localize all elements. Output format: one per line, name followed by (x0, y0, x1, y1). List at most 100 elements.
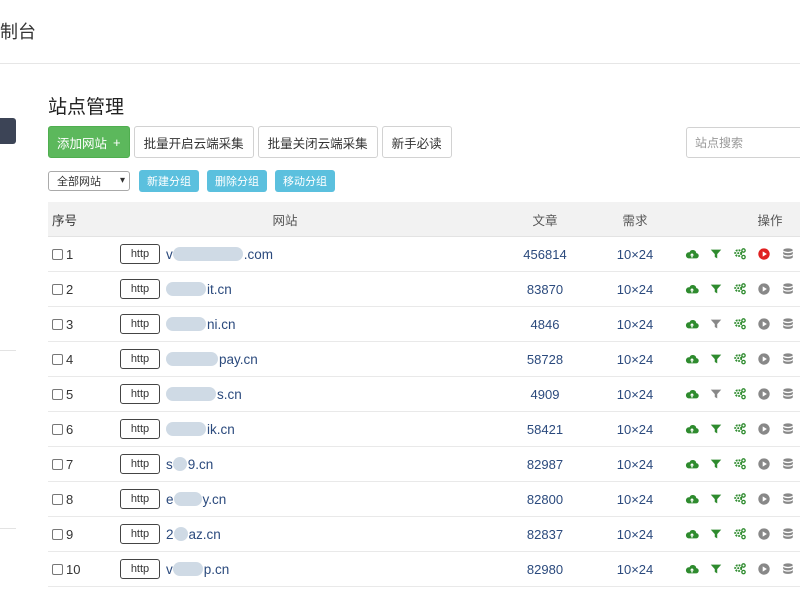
database-icon[interactable] (776, 352, 800, 366)
protocol-badge[interactable]: http (120, 279, 160, 299)
gears-icon[interactable] (728, 562, 752, 576)
row-checkbox[interactable] (52, 318, 63, 330)
play-icon[interactable] (752, 562, 776, 576)
gears-icon[interactable] (728, 527, 752, 541)
play-icon[interactable] (752, 352, 776, 366)
table-row[interactable]: 3 http ni.cn 4846 10×24 (48, 307, 800, 342)
site-domain[interactable]: 9.cn (188, 457, 214, 472)
site-domain[interactable]: pay.cn (219, 352, 258, 367)
site-domain[interactable]: az.cn (189, 527, 221, 542)
row-checkbox[interactable] (52, 283, 63, 295)
database-icon[interactable] (776, 317, 800, 331)
new-group-button[interactable]: 新建分组 (139, 170, 199, 192)
protocol-badge[interactable]: http (120, 419, 160, 439)
site-domain[interactable]: p.cn (204, 562, 230, 577)
database-icon[interactable] (776, 457, 800, 471)
row-checkbox[interactable] (52, 248, 63, 260)
filter-icon[interactable] (704, 352, 728, 366)
table-row[interactable]: 10 http v p.cn 82980 10×24 (48, 552, 800, 587)
move-group-button[interactable]: 移动分组 (275, 170, 335, 192)
filter-icon[interactable] (704, 457, 728, 471)
row-checkbox[interactable] (52, 423, 63, 435)
table-row[interactable]: 1 http v .com 456814 10×24 (48, 237, 800, 272)
gears-icon[interactable] (728, 387, 752, 401)
table-row[interactable]: 9 http 2 az.cn 82837 10×24 (48, 517, 800, 552)
filter-icon[interactable] (704, 387, 728, 401)
play-icon[interactable] (752, 457, 776, 471)
protocol-badge[interactable]: http (120, 524, 160, 544)
row-checkbox[interactable] (52, 353, 63, 365)
add-site-button[interactable]: 添加网站 + (48, 126, 130, 158)
filter-icon[interactable] (704, 247, 728, 261)
filter-icon[interactable] (704, 422, 728, 436)
group-select[interactable]: 全部网站 ▾ (48, 171, 130, 191)
cloud-upload-icon[interactable] (680, 492, 704, 506)
gears-icon[interactable] (728, 317, 752, 331)
site-domain[interactable]: y.cn (203, 492, 227, 507)
play-icon[interactable] (752, 387, 776, 401)
cloud-upload-icon[interactable] (680, 422, 704, 436)
gears-icon[interactable] (728, 282, 752, 296)
gears-icon[interactable] (728, 457, 752, 471)
table-row[interactable]: 5 http s.cn 4909 10×24 (48, 377, 800, 412)
row-checkbox[interactable] (52, 493, 63, 505)
table-row[interactable]: 6 http ik.cn 58421 10×24 (48, 412, 800, 447)
delete-group-button[interactable]: 删除分组 (207, 170, 267, 192)
cloud-upload-icon[interactable] (680, 562, 704, 576)
protocol-badge[interactable]: http (120, 349, 160, 369)
filter-icon[interactable] (704, 527, 728, 541)
database-icon[interactable] (776, 282, 800, 296)
play-icon[interactable] (752, 527, 776, 541)
site-domain[interactable]: ni.cn (207, 317, 236, 332)
database-icon[interactable] (776, 527, 800, 541)
table-row[interactable]: 8 http e y.cn 82800 10×24 (48, 482, 800, 517)
database-icon[interactable] (776, 247, 800, 261)
site-domain[interactable]: ik.cn (207, 422, 235, 437)
row-checkbox[interactable] (52, 388, 63, 400)
play-icon[interactable] (752, 282, 776, 296)
cloud-upload-icon[interactable] (680, 247, 704, 261)
row-checkbox[interactable] (52, 563, 63, 575)
play-icon[interactable] (752, 317, 776, 331)
site-domain[interactable]: s.cn (217, 387, 242, 402)
row-checkbox[interactable] (52, 528, 63, 540)
database-icon[interactable] (776, 422, 800, 436)
filter-icon[interactable] (704, 492, 728, 506)
database-icon[interactable] (776, 492, 800, 506)
gears-icon[interactable] (728, 422, 752, 436)
site-search-input[interactable]: 站点搜索 (686, 127, 800, 158)
table-row[interactable]: 2 http it.cn 83870 10×24 (48, 272, 800, 307)
play-icon[interactable] (752, 492, 776, 506)
row-checkbox[interactable] (52, 458, 63, 470)
database-icon[interactable] (776, 387, 800, 401)
cloud-upload-icon[interactable] (680, 387, 704, 401)
play-icon[interactable] (752, 247, 776, 261)
filter-icon[interactable] (704, 282, 728, 296)
filter-icon[interactable] (704, 317, 728, 331)
sidebar-active-item[interactable] (0, 118, 16, 144)
protocol-badge[interactable]: http (120, 489, 160, 509)
gears-icon[interactable] (728, 247, 752, 261)
table-row[interactable]: 7 http s 9.cn 82987 10×24 (48, 447, 800, 482)
batch-open-cloud-button[interactable]: 批量开启云端采集 (133, 126, 254, 158)
newbie-guide-button[interactable]: 新手必读 (381, 126, 452, 158)
database-icon[interactable] (776, 562, 800, 576)
cloud-upload-icon[interactable] (680, 282, 704, 296)
cloud-upload-icon[interactable] (680, 457, 704, 471)
cloud-upload-icon[interactable] (680, 527, 704, 541)
site-domain[interactable]: it.cn (207, 282, 232, 297)
gears-icon[interactable] (728, 352, 752, 366)
filter-icon[interactable] (704, 562, 728, 576)
batch-close-cloud-button[interactable]: 批量关闭云端采集 (257, 126, 378, 158)
gears-icon[interactable] (728, 492, 752, 506)
protocol-badge[interactable]: http (120, 244, 160, 264)
table-row[interactable]: 4 http pay.cn 58728 10×24 (48, 342, 800, 377)
protocol-badge[interactable]: http (120, 384, 160, 404)
protocol-badge[interactable]: http (120, 454, 160, 474)
site-domain[interactable]: .com (244, 247, 273, 262)
cloud-upload-icon[interactable] (680, 317, 704, 331)
protocol-badge[interactable]: http (120, 559, 160, 579)
play-icon[interactable] (752, 422, 776, 436)
protocol-badge[interactable]: http (120, 314, 160, 334)
cloud-upload-icon[interactable] (680, 352, 704, 366)
